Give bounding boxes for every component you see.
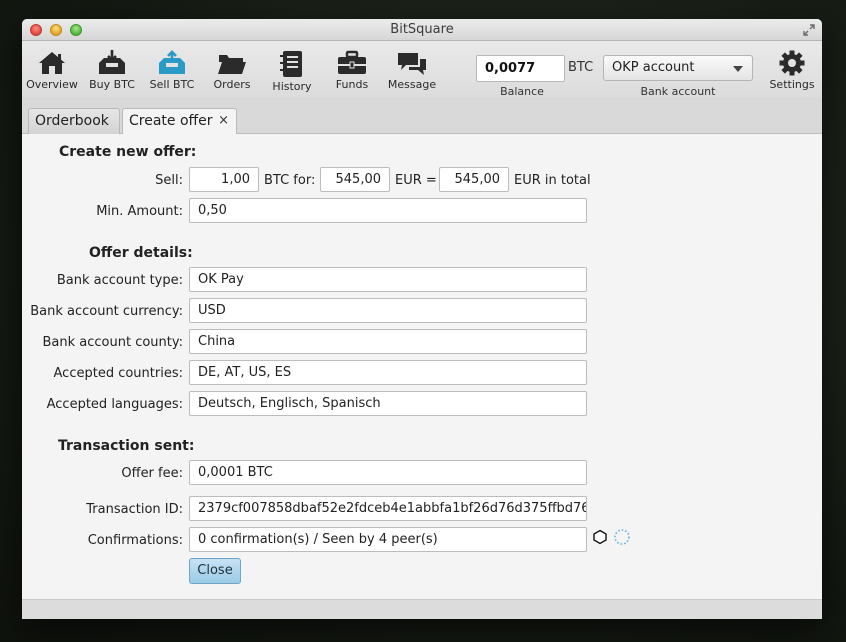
loading-spinner-icon (614, 529, 630, 545)
fullscreen-icon[interactable] (802, 23, 816, 37)
bank-account-select[interactable]: OKP account (603, 55, 753, 81)
briefcase-icon (338, 50, 366, 74)
home-icon (39, 52, 65, 74)
app-window: BitSquare Overview Buy BTC Sell BTC Orde… (22, 19, 822, 619)
transaction-id-field[interactable]: 2379cf007858dbaf52e2fdceb4e1abbfa1bf26d7… (189, 496, 587, 521)
accepted-countries-label: Accepted countries: (53, 366, 183, 381)
toolbar-settings-button[interactable]: Settings (762, 50, 822, 91)
toolbar-orders-button[interactable]: Orders (202, 50, 262, 91)
confirmations-field[interactable]: 0 confirmation(s) / Seen by 4 peer(s) (189, 527, 587, 552)
bank-account-selected: OKP account (612, 60, 695, 75)
sell-btc-icon (159, 50, 185, 74)
tab-bar: Orderbook Create offer × (22, 97, 822, 135)
sell-label: Sell: (155, 173, 183, 188)
toolbar-sell-btc-button[interactable]: Sell BTC (142, 50, 202, 91)
offer-fee-field[interactable]: 0,0001 BTC (189, 460, 587, 485)
chevron-down-icon (733, 66, 743, 72)
eur-total-label: EUR in total (514, 173, 591, 188)
total-input[interactable]: 545,00 (439, 167, 509, 192)
bank-account-type-label: Bank account type: (56, 273, 183, 288)
create-offer-panel: Create new offer: Sell: 1,00 BTC for: 54… (22, 134, 822, 599)
toolbar-overview-button[interactable]: Overview (22, 50, 82, 91)
sell-amount-input[interactable]: 1,00 (189, 167, 259, 192)
window-title: BitSquare (390, 22, 454, 37)
zoom-window-button[interactable] (70, 24, 82, 36)
main-toolbar: Overview Buy BTC Sell BTC Orders History… (22, 41, 822, 98)
toolbar-history-label: History (272, 80, 312, 93)
create-offer-title: Create new offer: (59, 144, 197, 160)
balance-unit: BTC (568, 60, 594, 75)
confidence-hexagon-icon (593, 529, 607, 545)
toolbar-funds-button[interactable]: Funds (322, 50, 382, 91)
bank-account-currency-field[interactable]: USD (189, 298, 587, 323)
buy-btc-icon (99, 50, 125, 74)
tab-orderbook-label: Orderbook (35, 113, 109, 129)
price-input[interactable]: 545,00 (320, 167, 390, 192)
folder-icon (218, 55, 246, 74)
close-window-button[interactable] (30, 24, 42, 36)
status-bar (22, 599, 822, 619)
minimize-window-button[interactable] (50, 24, 62, 36)
balance-field[interactable]: 0,0077 (476, 55, 565, 82)
toolbar-message-button[interactable]: Message (382, 50, 442, 91)
transaction-id-label: Transaction ID: (86, 502, 183, 517)
offer-details-title: Offer details: (89, 245, 193, 261)
bank-account-currency-label: Bank account currency: (30, 304, 183, 319)
accepted-languages-label: Accepted languages: (46, 397, 183, 412)
min-amount-label: Min. Amount: (96, 204, 183, 219)
notebook-icon (280, 51, 302, 77)
title-bar: BitSquare (22, 19, 822, 41)
toolbar-message-label: Message (387, 78, 437, 91)
transaction-sent-title: Transaction sent: (58, 438, 195, 454)
toolbar-overview-label: Overview (26, 78, 78, 91)
min-amount-input[interactable]: 0,50 (189, 198, 587, 223)
toolbar-funds-label: Funds (335, 78, 369, 91)
tab-orderbook[interactable]: Orderbook (28, 108, 120, 134)
toolbar-orders-label: Orders (213, 78, 251, 91)
offer-fee-label: Offer fee: (121, 466, 183, 481)
toolbar-buy-btc-button[interactable]: Buy BTC (82, 50, 142, 91)
bank-account-county-label: Bank account county: (42, 335, 183, 350)
tab-create-offer[interactable]: Create offer × (122, 108, 237, 135)
btc-for-label: BTC for: (264, 173, 316, 188)
chat-bubbles-icon (398, 53, 426, 75)
bank-account-type-field[interactable]: OK Pay (189, 267, 587, 292)
eur-equals-label: EUR = (395, 173, 437, 188)
toolbar-buy-btc-label: Buy BTC (89, 78, 135, 91)
close-button[interactable]: Close (189, 558, 241, 584)
gear-icon (779, 50, 805, 76)
toolbar-settings-label: Settings (769, 78, 815, 91)
accepted-countries-field[interactable]: DE, AT, US, ES (189, 360, 587, 385)
tab-create-offer-label: Create offer (129, 113, 213, 129)
bank-account-county-field[interactable]: China (189, 329, 587, 354)
accepted-languages-field[interactable]: Deutsch, Englisch, Spanisch (189, 391, 587, 416)
close-icon[interactable]: × (218, 109, 229, 133)
toolbar-history-button[interactable]: History (262, 50, 322, 93)
toolbar-sell-btc-label: Sell BTC (149, 78, 195, 91)
confirmations-label: Confirmations: (87, 533, 183, 548)
